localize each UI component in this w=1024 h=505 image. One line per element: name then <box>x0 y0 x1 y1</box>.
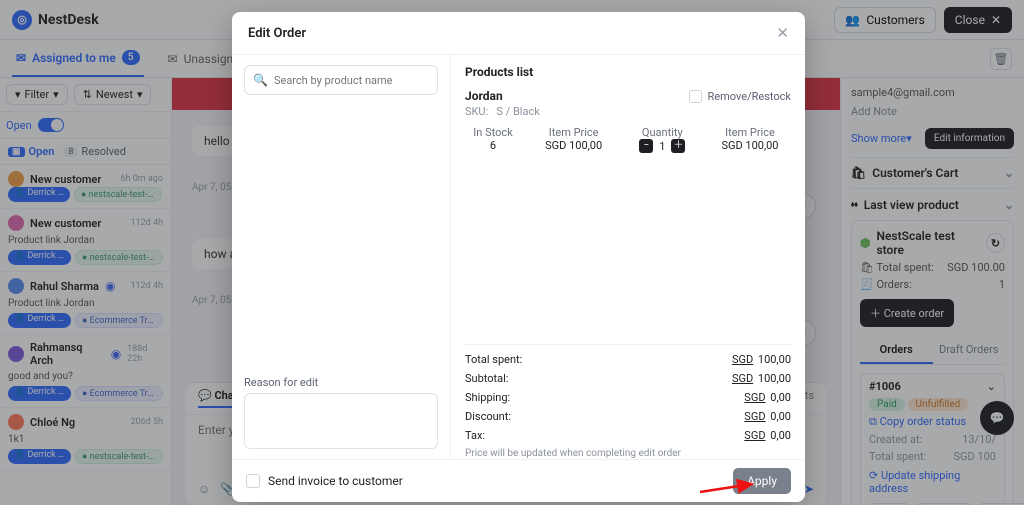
row-discount: Discount: <box>465 410 511 423</box>
send-invoice-label: Send invoice to customer <box>268 474 403 488</box>
edit-order-modal: Edit Order ✕ 🔍 Reason for edit Products … <box>232 12 805 502</box>
col-qty: Quantity <box>626 126 698 139</box>
reason-label: Reason for edit <box>244 376 438 389</box>
col-instock: In Stock <box>465 126 521 139</box>
col-itemprice: Item Price <box>532 126 616 139</box>
qty-plus[interactable]: ＋ <box>671 139 685 153</box>
product-name: Jordan <box>465 89 503 103</box>
search-icon: 🔍 <box>253 73 268 87</box>
remove-restock[interactable]: Remove/Restock <box>689 90 791 103</box>
price-note: Price will be updated when completing ed… <box>465 448 791 459</box>
quantity-stepper[interactable]: − 1 ＋ <box>626 139 698 153</box>
row-total-spent: Total spent: <box>465 353 522 366</box>
product-search-input[interactable] <box>274 74 429 87</box>
qty-minus[interactable]: − <box>639 139 653 153</box>
reason-input[interactable] <box>244 393 438 449</box>
col-itemprice2: Item Price <box>709 126 791 139</box>
sku-label: SKU: <box>465 105 488 118</box>
products-list-heading: Products list <box>465 65 791 79</box>
row-tax: Tax: <box>465 429 485 442</box>
apply-button[interactable]: Apply <box>733 468 791 494</box>
sku-value: S / Black <box>496 105 539 118</box>
val-instock: 6 <box>465 139 521 153</box>
val-itemprice: SGD 100,00 <box>532 139 616 153</box>
send-invoice-checkbox[interactable] <box>246 474 260 488</box>
row-shipping: Shipping: <box>465 391 510 404</box>
val-itemprice2: SGD 100,00 <box>709 139 791 153</box>
qty-value: 1 <box>659 140 665 153</box>
row-subtotal: Subtotal: <box>465 372 508 385</box>
checkbox-icon[interactable] <box>689 90 702 103</box>
modal-close-icon[interactable]: ✕ <box>776 24 789 42</box>
product-search[interactable]: 🔍 <box>244 65 438 95</box>
modal-title: Edit Order <box>248 26 306 41</box>
